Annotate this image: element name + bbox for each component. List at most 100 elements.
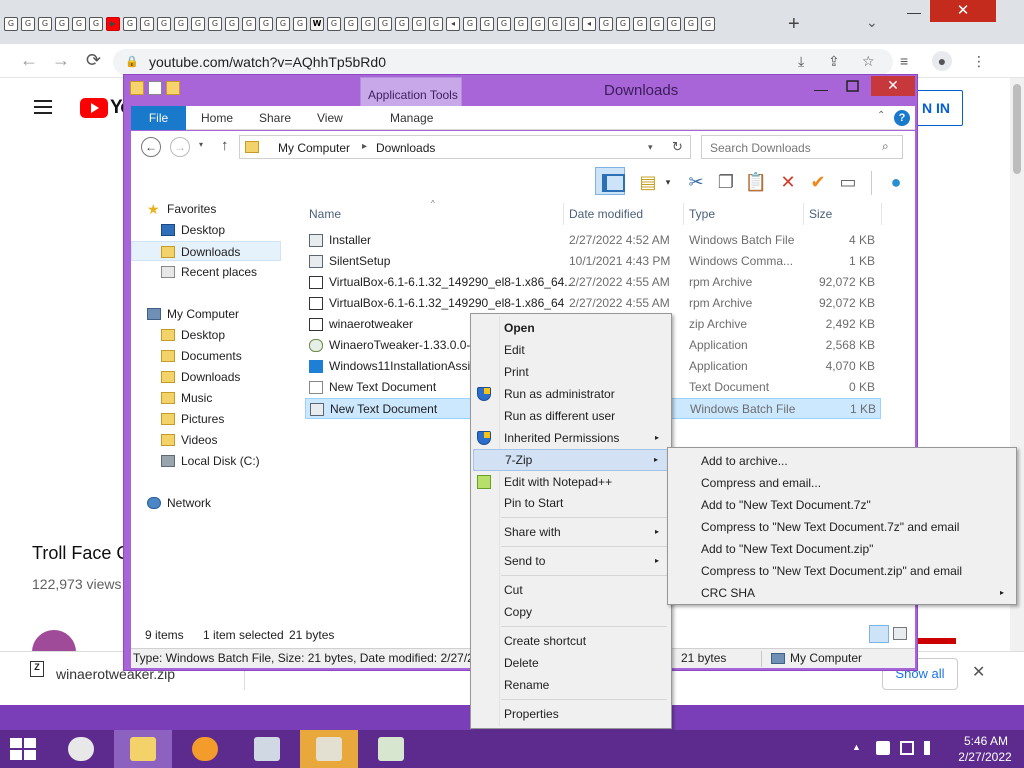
menu-item-share-with[interactable]: Share with ▸ (473, 521, 669, 543)
scrollbar-thumb[interactable] (1013, 84, 1021, 174)
menu-item-add-to-zip[interactable]: Add to "New Text Document.zip" (670, 538, 1014, 560)
tab-favicon[interactable]: G (140, 17, 154, 31)
file-row[interactable]: VirtualBox-6.1-6.1.32_149290_el8-1.x86_6… (305, 293, 881, 314)
tab-favicon[interactable]: G (225, 17, 239, 31)
help-icon[interactable]: ? (894, 110, 910, 126)
network-icon[interactable] (900, 741, 914, 755)
tab-favicon[interactable]: G (327, 17, 341, 31)
menu-item-7zip[interactable]: 7-Zip ▸ (473, 449, 669, 471)
taskbar-chrome[interactable] (52, 730, 110, 768)
clock-time[interactable]: 5:46 AM (956, 734, 1016, 748)
tab-favicon[interactable]: G (55, 17, 69, 31)
paste-icon[interactable]: 📋 (743, 169, 769, 195)
column-header-name[interactable]: Name (309, 207, 341, 221)
search-icon[interactable]: ⌕ (882, 139, 889, 154)
column-divider[interactable] (683, 203, 684, 225)
nav-documents[interactable]: Documents (161, 346, 242, 366)
forward-button[interactable]: → (52, 51, 70, 69)
bookmark-star-icon[interactable]: ☆ (862, 54, 875, 68)
tab-favicon[interactable]: G (480, 17, 494, 31)
column-header-date[interactable]: Date modified (569, 207, 643, 221)
clock-date[interactable]: 2/27/2022 (952, 750, 1018, 764)
nav-desktop[interactable]: Desktop (161, 220, 225, 240)
menu-item-compress-7z-email[interactable]: Compress to "New Text Document.7z" and e… (670, 516, 1014, 538)
explorer-title-bar[interactable]: Application Tools Downloads — ✕ (124, 75, 917, 127)
menu-item-add-to-archive[interactable]: Add to archive... (670, 450, 1014, 472)
new-folder-icon[interactable] (166, 81, 180, 95)
menu-item-crc-sha[interactable]: CRC SHA ▸ (670, 582, 1014, 604)
address-bar[interactable]: 🔒 youtube.com/watch?v=AQhhTp5bRd0 (113, 49, 893, 75)
breadcrumb-downloads[interactable]: Downloads (376, 141, 435, 155)
tab-favicon[interactable]: G (463, 17, 477, 31)
menu-item-add-to-7z[interactable]: Add to "New Text Document.7z" (670, 494, 1014, 516)
tab-share[interactable]: Share (259, 106, 291, 130)
menu-item-create-shortcut[interactable]: Create shortcut (473, 630, 669, 652)
tray-overflow-icon[interactable]: ▲ (852, 742, 861, 752)
menu-item-compress-and-email[interactable]: Compress and email... (670, 472, 1014, 494)
tab-favicon[interactable]: G (38, 17, 52, 31)
taskbar-explorer[interactable] (114, 730, 172, 768)
back-button[interactable]: ← (20, 51, 38, 69)
tab-favicon[interactable]: G (276, 17, 290, 31)
media-control-icon[interactable]: ≡ (900, 54, 908, 68)
taskbar-notepadpp[interactable] (362, 730, 420, 768)
start-button[interactable] (10, 738, 36, 760)
tab-favicon[interactable]: G (259, 17, 273, 31)
url-text[interactable]: youtube.com/watch?v=AQhhTp5bRd0 (149, 54, 386, 70)
recent-locations-icon[interactable]: ▾ (199, 140, 203, 149)
menu-item-edit[interactable]: Edit (473, 339, 669, 361)
taskbar-calculator[interactable] (300, 730, 358, 768)
nav-videos[interactable]: Videos (161, 430, 217, 450)
chevron-down-icon[interactable]: ▾ (661, 169, 675, 195)
nav-pc-downloads[interactable]: Downloads (161, 367, 240, 387)
properties-icon[interactable] (148, 81, 162, 95)
menu-item-pin-to-start[interactable]: Pin to Start (473, 492, 669, 514)
tab-favicon[interactable]: G (650, 17, 664, 31)
nav-network[interactable]: Network (147, 493, 211, 513)
tab-favicon[interactable]: G (72, 17, 86, 31)
breadcrumb-my-computer[interactable]: My Computer (278, 141, 350, 155)
tab-favicon[interactable]: G (123, 17, 137, 31)
tab-favicon[interactable]: G (565, 17, 579, 31)
file-row[interactable]: VirtualBox-6.1-6.1.32_149290_el8-1.x86_6… (305, 272, 881, 293)
menu-item-run-as-admin[interactable]: Run as administrator (473, 383, 669, 405)
nav-pictures[interactable]: Pictures (161, 409, 224, 429)
tab-favicon[interactable]: ▶ (106, 17, 120, 31)
tab-favicon[interactable]: G (208, 17, 222, 31)
install-icon[interactable]: ⤓ (798, 54, 804, 68)
tab-file[interactable]: File (131, 106, 186, 130)
preview-pane-icon[interactable] (595, 167, 625, 195)
tab-favicon[interactable]: G (344, 17, 358, 31)
taskbar-firefox[interactable] (176, 730, 234, 768)
tab-favicon[interactable]: G (242, 17, 256, 31)
menu-item-inherited-permissions[interactable]: Inherited Permissions ▸ (473, 427, 669, 449)
refresh-icon[interactable]: ↻ (672, 139, 683, 155)
ribbon-expand-icon[interactable]: ⌃ (877, 110, 885, 121)
tab-favicon[interactable]: G (191, 17, 205, 31)
tab-favicon[interactable]: G (378, 17, 392, 31)
nav-music[interactable]: Music (161, 388, 212, 408)
channel-avatar[interactable] (32, 630, 76, 652)
nav-downloads[interactable]: Downloads (131, 241, 281, 261)
tab-favicon[interactable]: G (667, 17, 681, 31)
column-divider[interactable] (563, 203, 564, 225)
folder-icon[interactable] (130, 81, 144, 95)
tab-favicon[interactable]: W (310, 17, 324, 31)
tab-favicon[interactable]: G (429, 17, 443, 31)
explorer-close-button[interactable]: ✕ (871, 76, 915, 96)
address-box[interactable]: My Computer ▸ Downloads ▾ ↻ (239, 135, 691, 159)
nav-pc-desktop[interactable]: Desktop (161, 325, 225, 345)
menu-item-send-to[interactable]: Send to ▸ (473, 550, 669, 572)
tab-view[interactable]: View (317, 106, 343, 130)
nav-favorites[interactable]: ★ Favorites (147, 199, 216, 219)
taskbar-resource-monitor[interactable] (238, 730, 296, 768)
search-input[interactable]: Search Downloads ⌕ (701, 135, 903, 159)
tab-favicon[interactable]: G (157, 17, 171, 31)
tab-favicon[interactable]: G (633, 17, 647, 31)
tab-favicon[interactable]: G (4, 17, 18, 31)
tab-favicon[interactable]: G (497, 17, 511, 31)
breadcrumb-chevron-icon[interactable]: ▸ (362, 141, 367, 152)
details-view-icon[interactable] (869, 625, 889, 643)
nav-my-computer[interactable]: My Computer (147, 304, 239, 324)
file-row[interactable]: Installer 2/27/2022 4:52 AM Windows Batch … (305, 230, 881, 251)
